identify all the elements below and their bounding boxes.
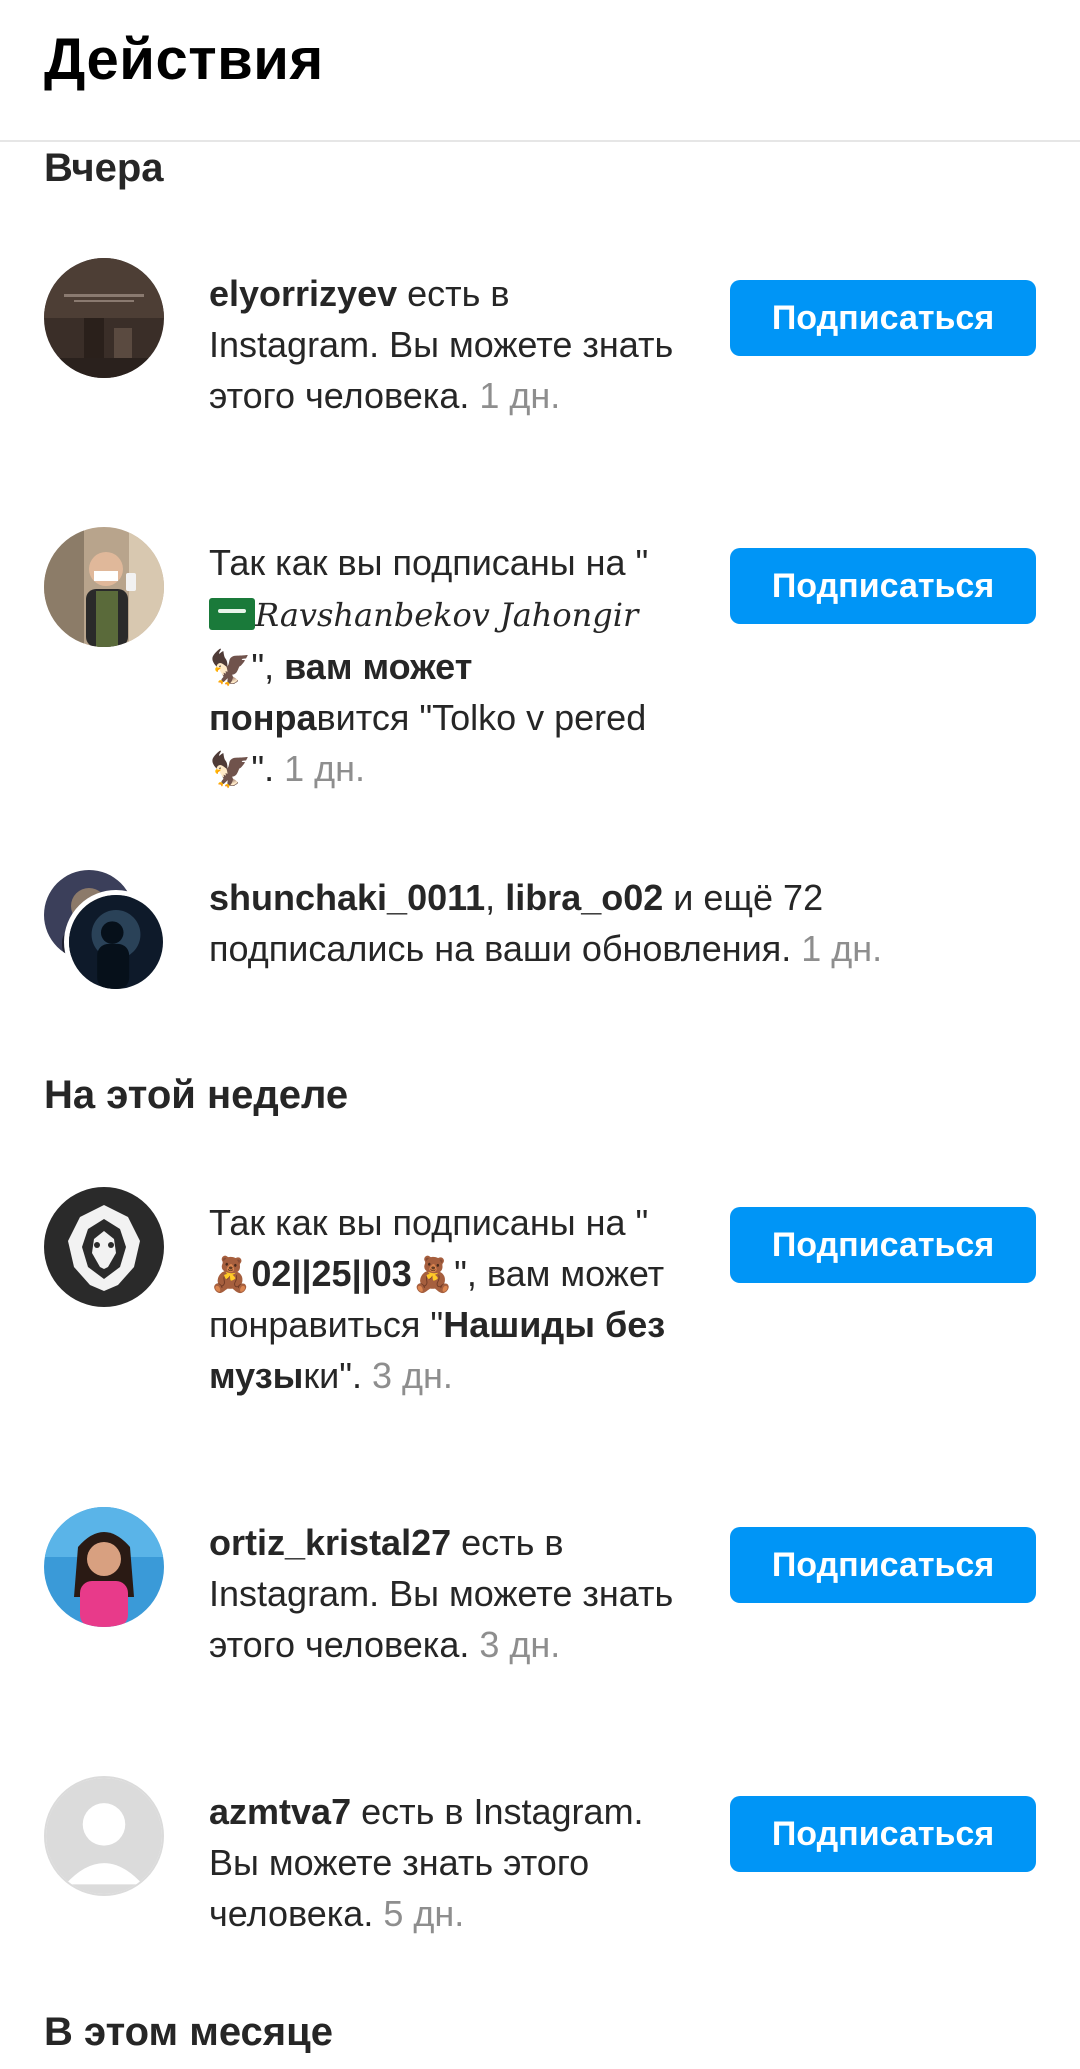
header: Действия [0,0,1080,142]
lion-logo-icon [44,1187,164,1307]
avatar-photo-girl [44,1507,164,1627]
timestamp: 1 дн. [479,375,561,416]
saudi-flag-icon [209,598,255,630]
avatar[interactable] [44,1507,164,1627]
avatar-photo-room [44,258,164,378]
eagle-icon: 🦅 [209,751,252,789]
follow-button[interactable]: Подписаться [730,1207,1036,1283]
avatar-photo-person-mirror [44,527,164,647]
account-name[interactable]: 02||25||03 [251,1253,411,1294]
section-title-this-week: На этой неделе [44,1073,349,1117]
group-avatar[interactable] [44,870,174,1000]
timestamp: 3 дн. [479,1624,561,1665]
timestamp: 1 дн. [284,748,366,789]
notification-text: ortiz_kristal27 есть в Instagram. Вы мож… [209,1522,674,1665]
notification-text: azmtva7 есть в Instagram. Вы можете знат… [209,1791,644,1934]
default-avatar-icon [46,1778,162,1894]
avatar[interactable] [44,1187,164,1307]
eagle-icon: 🦅 [209,649,252,687]
username-link[interactable]: elyorrizyev [209,273,397,314]
notification-text: Так как вы подписаны на "🧸02||25||03🧸", … [209,1202,666,1396]
username-link[interactable]: shunchaki_0011 [209,877,485,918]
teddy-bear-icon: 🧸 [411,1256,455,1294]
notification-text: Так как вы подписаны на "Ravshanbekov Ja… [209,542,649,789]
section-title-yesterday: Вчера [44,146,164,190]
notification-text: shunchaki_0011, libra_o02 и ещё 72 подпи… [209,877,883,969]
section-title-this-month: В этом месяце [44,2010,333,2054]
account-name[interactable]: Jahongir [500,596,638,634]
timestamp: 3 дн. [372,1355,453,1396]
follow-button[interactable]: Подписаться [730,1527,1036,1603]
notification-text: elyorrizyev есть в Instagram. Вы можете … [209,273,674,416]
follow-button[interactable]: Подписаться [730,1796,1036,1872]
avatar[interactable] [44,258,164,378]
teddy-bear-icon: 🧸 [209,1256,252,1294]
avatar-photo-silhouette [69,895,163,989]
avatar[interactable] [44,1776,164,1896]
timestamp: 1 дн. [801,928,883,969]
follow-button[interactable]: Подписаться [730,548,1036,624]
avatar [64,890,168,994]
account-name[interactable]: Ravshanbekov [255,596,490,634]
avatar[interactable] [44,527,164,647]
page-title: Действия [44,27,324,92]
username-link[interactable]: libra_o02 [505,877,663,918]
username-link[interactable]: azmtva7 [209,1791,351,1832]
timestamp: 5 дн. [383,1893,465,1934]
username-link[interactable]: ortiz_kristal27 [209,1522,451,1563]
follow-button[interactable]: Подписаться [730,280,1036,356]
